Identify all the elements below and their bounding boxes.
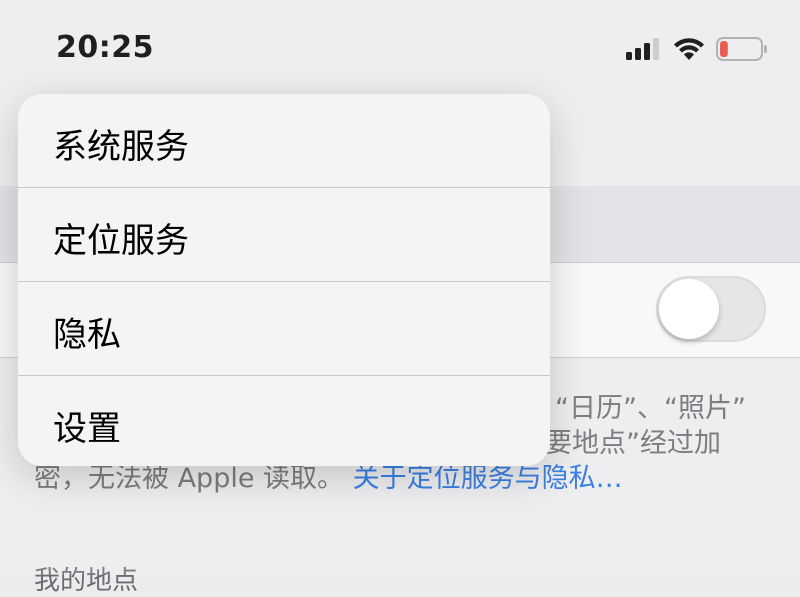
menu-item-privacy[interactable]: 隐私 xyxy=(18,282,550,376)
menu-item-label: 定位服务 xyxy=(53,221,189,261)
menu-item-settings[interactable]: 设置 xyxy=(18,376,550,466)
menu-item-system-services[interactable]: 系统服务 xyxy=(18,94,550,188)
menu-item-label: 设置 xyxy=(53,409,121,449)
navigation-history-menu: 系统服务 定位服务 隐私 设置 xyxy=(18,94,550,466)
menu-item-location-services[interactable]: 定位服务 xyxy=(18,188,550,282)
menu-item-label: 系统服务 xyxy=(53,127,189,167)
menu-item-label: 隐私 xyxy=(53,315,121,355)
